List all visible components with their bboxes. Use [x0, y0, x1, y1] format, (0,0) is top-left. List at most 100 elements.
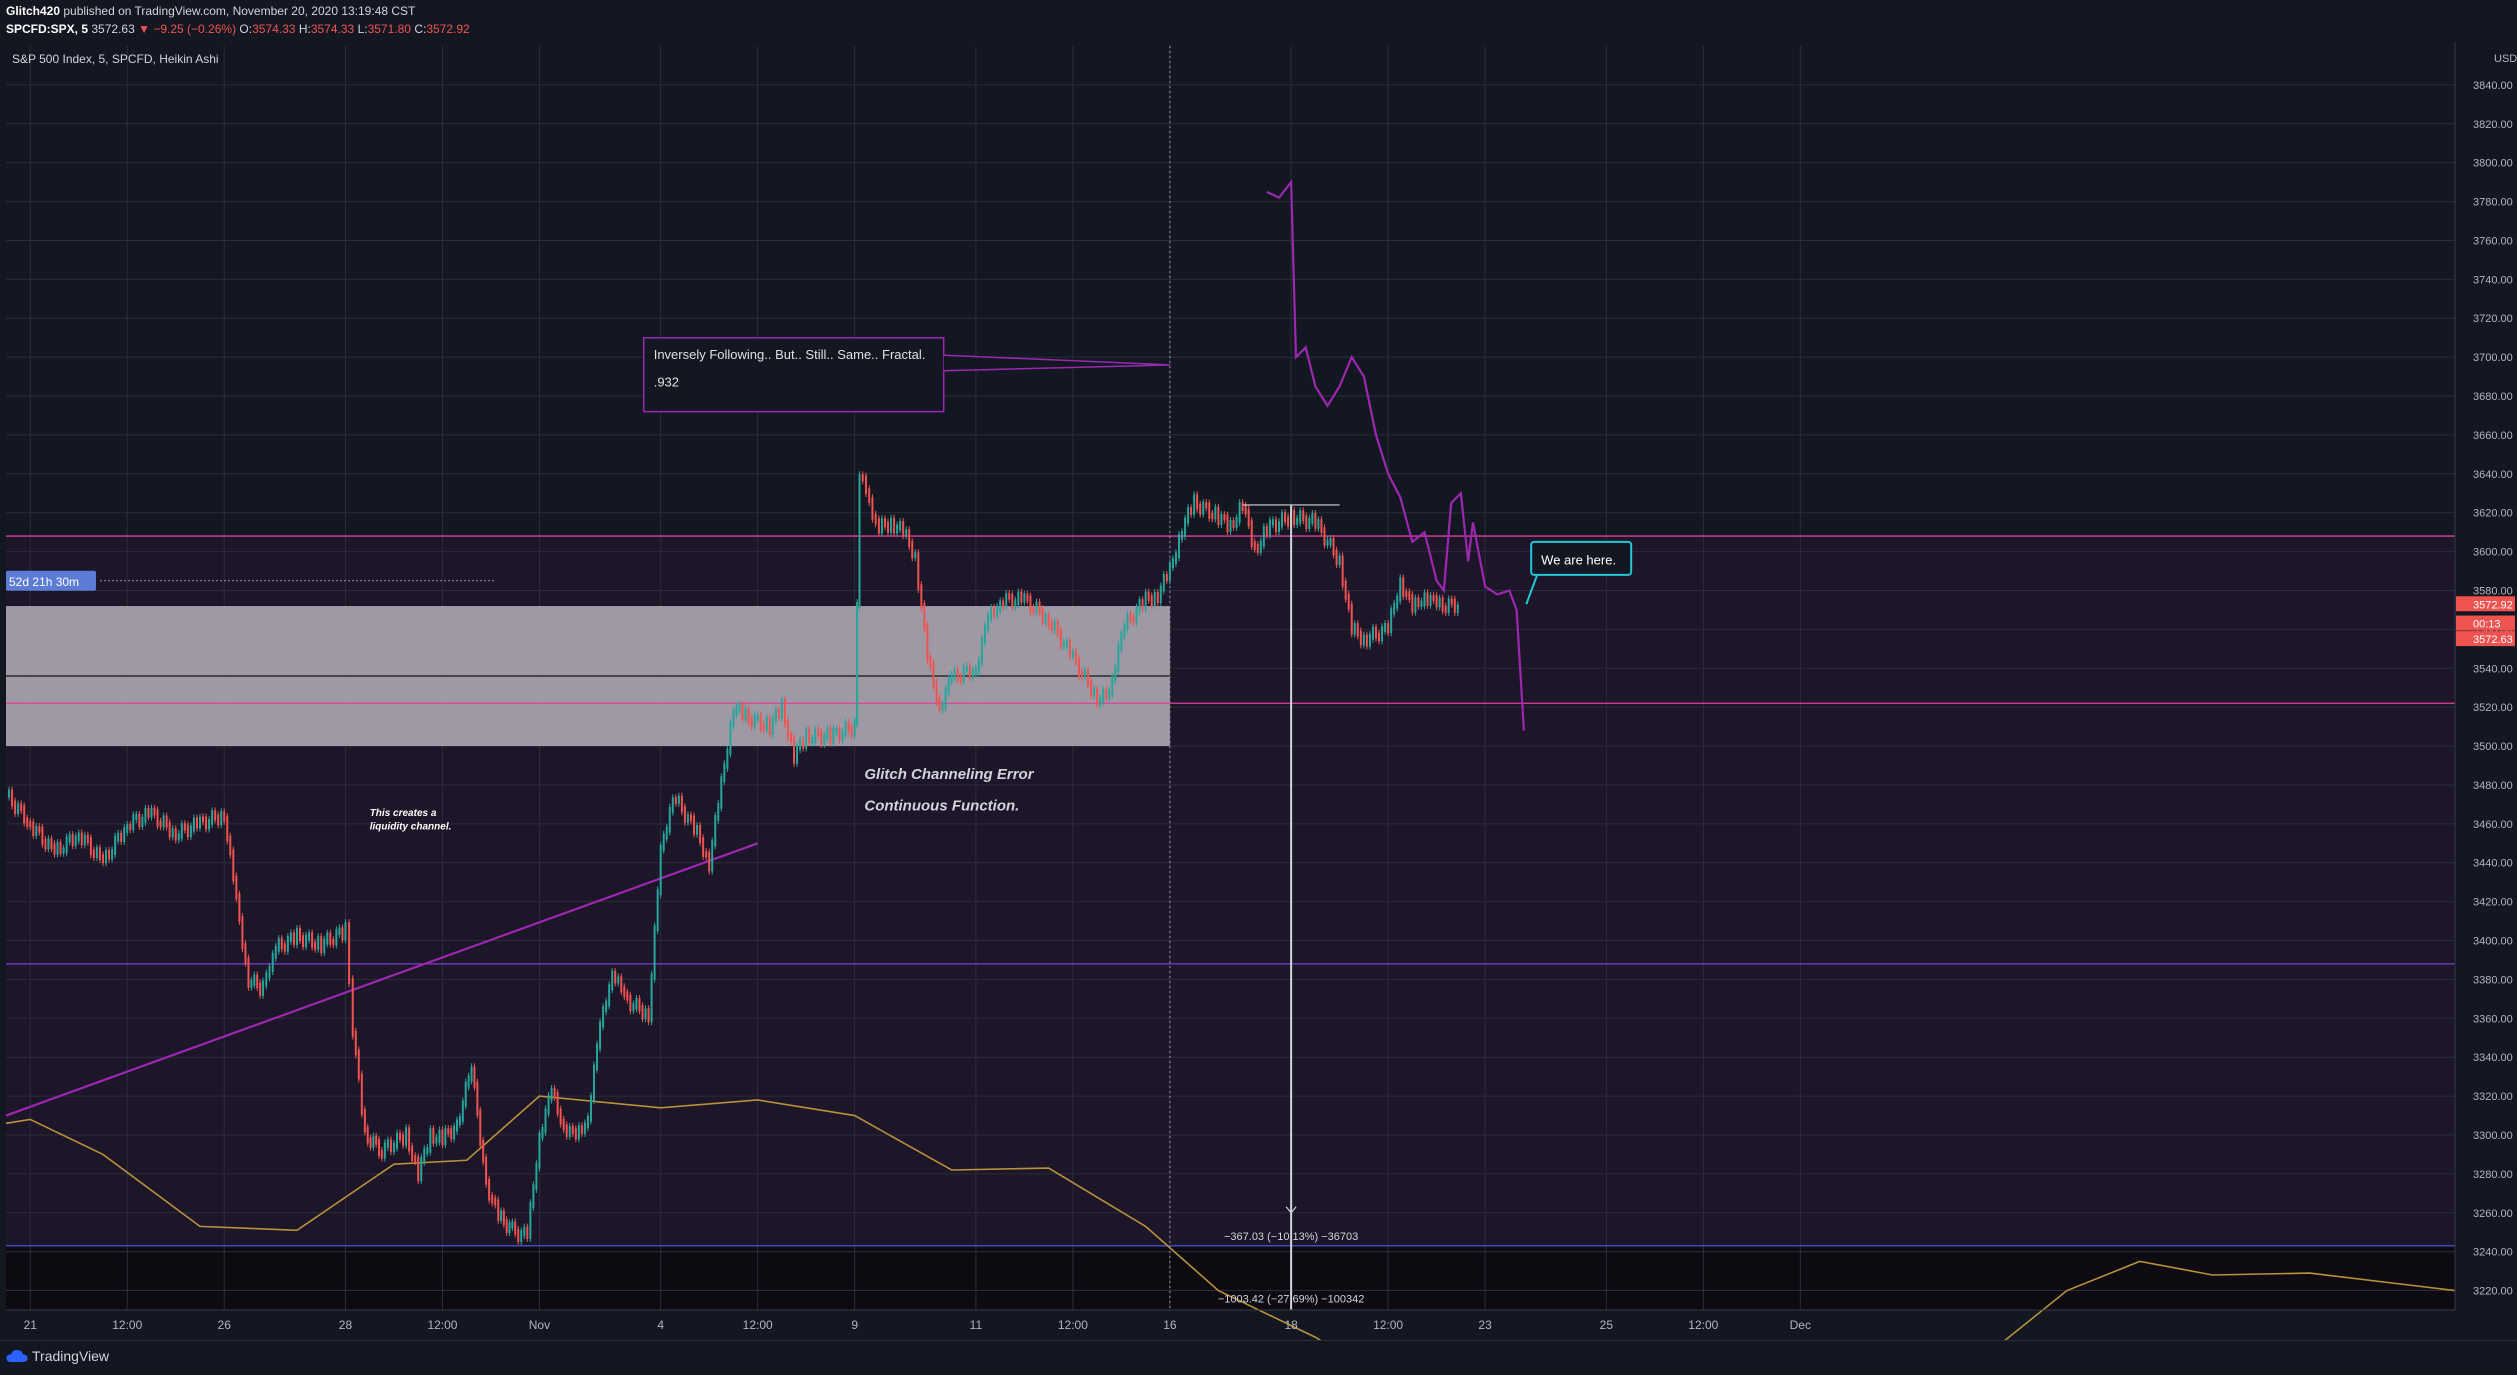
candle-body	[435, 1136, 438, 1144]
candle-body	[547, 1094, 550, 1115]
candle-body	[858, 474, 861, 608]
price-tag: 3572.92	[2473, 599, 2513, 611]
candle-body	[817, 728, 820, 737]
y-tick-label: 3600.00	[2473, 547, 2513, 559]
candle-body	[1090, 679, 1093, 697]
candle-body	[470, 1066, 473, 1082]
y-tick-label: 3720.00	[2473, 313, 2513, 325]
candle-body	[987, 614, 990, 631]
candle-body	[1153, 592, 1156, 607]
published-text: published on TradingView.com, November 2…	[63, 4, 416, 18]
candle-body	[1335, 549, 1338, 565]
candle-body	[1408, 591, 1411, 601]
candle-body	[1171, 558, 1174, 569]
candle-body	[1120, 631, 1123, 650]
y-tick-label: 3260.00	[2473, 1208, 2513, 1220]
candle-body	[923, 603, 926, 631]
candle-body	[71, 834, 74, 847]
candle-body	[135, 813, 138, 821]
candle-body	[292, 932, 295, 946]
candle-body	[354, 1030, 357, 1056]
candle-body	[44, 838, 47, 850]
candle-body	[147, 807, 150, 818]
candle-body	[1435, 595, 1438, 608]
candle-body	[1174, 552, 1177, 564]
candle-body	[247, 957, 250, 988]
chart-area[interactable]: 3220.00 3240.00 3260.00 3280.00 3300.00 3320.…	[0, 42, 2517, 1375]
candle-body	[864, 475, 867, 495]
candle-body	[1181, 531, 1184, 540]
candle-body	[641, 1005, 644, 1020]
candle-body	[1062, 641, 1065, 648]
candle-body	[171, 828, 174, 838]
candle-body	[738, 703, 741, 712]
candle-body	[392, 1142, 395, 1153]
candle-body	[351, 978, 354, 1037]
candle-body	[793, 736, 796, 764]
candle-body	[482, 1139, 485, 1163]
candle-body	[262, 980, 265, 996]
candle-body	[1126, 613, 1129, 630]
tradingview-logo[interactable]: TradingView	[6, 1348, 109, 1364]
candle-body	[232, 849, 235, 882]
x-tick-label: Dec	[1790, 1318, 1811, 1332]
candle-body	[847, 721, 850, 732]
candle-body	[620, 976, 623, 993]
x-tick-label: 23	[1478, 1318, 1492, 1332]
candle-body	[108, 850, 111, 860]
candle-body	[608, 984, 611, 1007]
candle-body	[189, 825, 192, 838]
candle-body	[1205, 501, 1208, 509]
candle-body	[317, 936, 320, 950]
candle-body	[656, 889, 659, 932]
candle-body	[790, 733, 793, 743]
candle-body	[1323, 527, 1326, 546]
candle-body	[1281, 512, 1284, 528]
cloud-icon	[6, 1350, 28, 1362]
chart-legend[interactable]: S&P 500 Index, 5, SPCFD, Heikin Ashi	[12, 52, 219, 66]
candle-body	[414, 1155, 417, 1163]
candle-body	[86, 834, 89, 844]
x-tick-label: 12:00	[427, 1318, 457, 1332]
candle-body	[380, 1150, 383, 1159]
candle-body	[386, 1139, 389, 1149]
y-tick-label: 3320.00	[2473, 1091, 2513, 1103]
candle-body	[14, 800, 17, 814]
candle-body	[1253, 541, 1256, 550]
candle-body	[535, 1162, 538, 1191]
candle-body	[320, 936, 323, 954]
author-name[interactable]: Glitch420	[6, 4, 60, 18]
y-tick-label: 3500.00	[2473, 741, 2513, 753]
candle-body	[323, 938, 326, 954]
candle-body	[500, 1210, 503, 1221]
candle-body	[132, 814, 135, 831]
candle-body	[905, 529, 908, 537]
candle-body	[491, 1194, 494, 1204]
candle-body	[1396, 595, 1399, 609]
candle-body	[1329, 537, 1332, 546]
candle-body	[683, 806, 686, 823]
candle-body	[1150, 595, 1153, 607]
down-arrow-icon: ▼	[138, 22, 150, 36]
candle-body	[123, 827, 126, 842]
candle-body	[444, 1128, 447, 1146]
candle-body	[150, 807, 153, 818]
price-chart[interactable]: 3220.00 3240.00 3260.00 3280.00 3300.00 3320.…	[0, 42, 2517, 1375]
candle-body	[632, 1003, 635, 1011]
tradingview-brand: TradingView	[32, 1348, 110, 1364]
y-tick-label: 3440.00	[2473, 858, 2513, 870]
candle-body	[602, 1006, 605, 1028]
candle-body	[1159, 585, 1162, 604]
candle-body	[953, 668, 956, 680]
candle-body	[186, 824, 189, 838]
candle-body	[826, 727, 829, 741]
candle-body	[268, 966, 271, 979]
candle-body	[720, 776, 723, 809]
candle-body	[80, 832, 83, 846]
candle-body	[732, 710, 735, 728]
candle-body	[180, 823, 183, 839]
candle-body	[538, 1132, 541, 1169]
candle-body	[938, 697, 941, 711]
open-value: 3574.33	[252, 22, 296, 36]
candle-body	[565, 1124, 568, 1137]
